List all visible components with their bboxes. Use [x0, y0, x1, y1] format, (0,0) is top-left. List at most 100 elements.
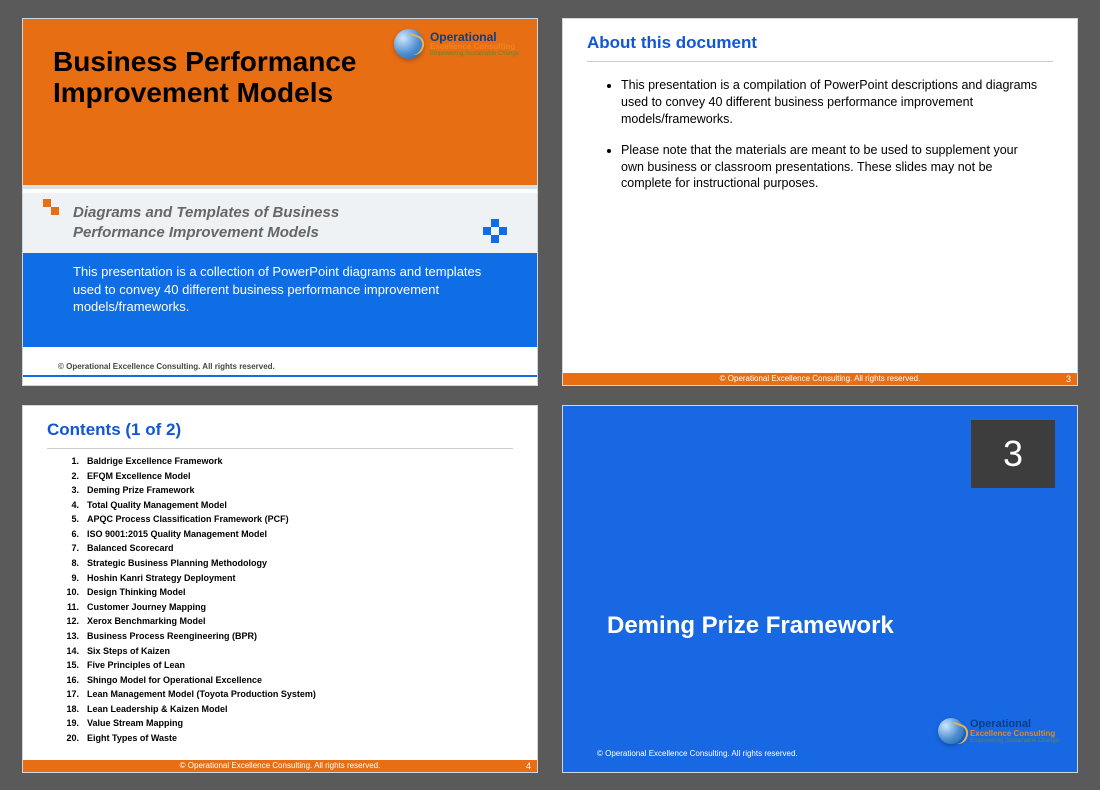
- contents-item-number: 5.: [57, 512, 79, 527]
- contents-item-number: 20.: [57, 731, 79, 746]
- section-title: Deming Prize Framework: [607, 612, 894, 640]
- about-bullet-2: Please note that the materials are meant…: [621, 142, 1043, 193]
- contents-item-label: Five Principles of Lean: [87, 660, 185, 670]
- logo-text: Operational Excellence Consulting Empowe…: [970, 719, 1059, 744]
- contents-item-label: Hoshin Kanri Strategy Deployment: [87, 573, 236, 583]
- slide-1-title: Business Performance Improvement Models …: [22, 18, 538, 386]
- contents-item-number: 12.: [57, 614, 79, 629]
- contents-item: 12. Xerox Benchmarking Model: [57, 614, 517, 629]
- contents-item-number: 15.: [57, 658, 79, 673]
- title-line1: Business Performance: [53, 46, 356, 77]
- logo-line2: Excellence Consulting: [430, 43, 519, 51]
- contents-item: 6. ISO 9001:2015 Quality Management Model: [57, 527, 517, 542]
- copyright: © Operational Excellence Consulting. All…: [597, 749, 798, 758]
- contents-item-label: Lean Leadership & Kaizen Model: [87, 704, 228, 714]
- contents-item-number: 8.: [57, 556, 79, 571]
- globe-icon: [938, 718, 964, 744]
- contents-item-number: 11.: [57, 600, 79, 615]
- globe-icon: [394, 29, 424, 59]
- contents-item: 8. Strategic Business Planning Methodolog…: [57, 556, 517, 571]
- contents-item-number: 1.: [57, 454, 79, 469]
- slide-4-section: 3 Deming Prize Framework Operational Exc…: [562, 405, 1078, 773]
- contents-item: 9. Hoshin Kanri Strategy Deployment: [57, 571, 517, 586]
- contents-item-label: Xerox Benchmarking Model: [87, 616, 206, 626]
- contents-item-number: 18.: [57, 702, 79, 717]
- contents-item-number: 6.: [57, 527, 79, 542]
- contents-item: 2. EFQM Excellence Model: [57, 469, 517, 484]
- contents-item-number: 3.: [57, 483, 79, 498]
- logo-line1: Operational: [970, 719, 1059, 730]
- contents-item-label: Total Quality Management Model: [87, 500, 227, 510]
- title-line2: Improvement Models: [53, 77, 333, 108]
- footer-page: 3: [1066, 373, 1071, 385]
- contents-item: 5. APQC Process Classification Framework …: [57, 512, 517, 527]
- footer-copyright: © Operational Excellence Consulting. All…: [23, 760, 537, 772]
- footer-page: 4: [526, 760, 531, 772]
- contents-item-label: Lean Management Model (Toyota Production…: [87, 689, 316, 699]
- contents-item: 18. Lean Leadership & Kaizen Model: [57, 702, 517, 717]
- contents-item-label: Design Thinking Model: [87, 587, 186, 597]
- contents-item: 17. Lean Management Model (Toyota Product…: [57, 687, 517, 702]
- footer-bar: © Operational Excellence Consulting. All…: [563, 373, 1077, 385]
- contents-item: 15. Five Principles of Lean: [57, 658, 517, 673]
- contents-item-label: EFQM Excellence Model: [87, 471, 191, 481]
- contents-item-number: 13.: [57, 629, 79, 644]
- logo-line2: Excellence Consulting: [970, 730, 1059, 738]
- canvas: Business Performance Improvement Models …: [0, 0, 1100, 790]
- contents-item-label: Business Process Reengineering (BPR): [87, 631, 257, 641]
- about-bullet-1: This presentation is a compilation of Po…: [621, 77, 1043, 128]
- copyright: © Operational Excellence Consulting. All…: [58, 362, 275, 371]
- contents-item-label: Customer Journey Mapping: [87, 602, 206, 612]
- contents-item-number: 9.: [57, 571, 79, 586]
- contents-item-number: 2.: [57, 469, 79, 484]
- contents-item-label: APQC Process Classification Framework (P…: [87, 514, 289, 524]
- section-number: 3: [1003, 433, 1023, 475]
- contents-item-label: Six Steps of Kaizen: [87, 646, 170, 656]
- contents-item-number: 4.: [57, 498, 79, 513]
- contents-item-label: Balanced Scorecard: [87, 543, 174, 553]
- decor-squares-right: [483, 219, 507, 243]
- slide-3-contents: Contents (1 of 2) 1. Baldrige Excellence …: [22, 405, 538, 773]
- title-block: Business Performance Improvement Models …: [23, 19, 537, 189]
- title-text: Business Performance Improvement Models: [53, 47, 377, 109]
- logo: Operational Excellence Consulting Empowe…: [394, 29, 519, 59]
- contents-item-label: Eight Types of Waste: [87, 733, 177, 743]
- contents-item: 4. Total Quality Management Model: [57, 498, 517, 513]
- contents-item: 11. Customer Journey Mapping: [57, 600, 517, 615]
- page-header: About this document: [587, 33, 1053, 62]
- contents-item: 14.Six Steps of Kaizen: [57, 644, 517, 659]
- about-body: This presentation is a compilation of Po…: [607, 77, 1043, 206]
- contents-item-number: 17.: [57, 687, 79, 702]
- logo-text: Operational Excellence Consulting Empowe…: [430, 31, 519, 57]
- subtitle-text: Diagrams and Templates of Business Perfo…: [73, 203, 397, 242]
- contents-item-label: Strategic Business Planning Methodology: [87, 558, 267, 568]
- contents-item-label: Baldrige Excellence Framework: [87, 456, 223, 466]
- logo-line3: Empowering Sustainable Change: [430, 51, 519, 57]
- contents-item-label: Shingo Model for Operational Excellence: [87, 675, 262, 685]
- description-text: This presentation is a collection of Pow…: [73, 264, 481, 314]
- contents-item: 20. Eight Types of Waste: [57, 731, 517, 746]
- contents-item-number: 10.: [57, 585, 79, 600]
- contents-item: 13. Business Process Reengineering (BPR): [57, 629, 517, 644]
- contents-item-number: 7.: [57, 541, 79, 556]
- contents-list: 1. Baldrige Excellence Framework 2. EFQM Ex…: [57, 454, 517, 746]
- contents-item: 16. Shingo Model for Operational Excellen…: [57, 673, 517, 688]
- contents-item: 3.Deming Prize Framework: [57, 483, 517, 498]
- footer-bar: © Operational Excellence Consulting. All…: [23, 760, 537, 772]
- contents-item: 7. Balanced Scorecard: [57, 541, 517, 556]
- slide-2-about: About this document This presentation is…: [562, 18, 1078, 386]
- description-block: This presentation is a collection of Pow…: [23, 253, 537, 347]
- subtitle-band: Diagrams and Templates of Business Perfo…: [23, 193, 537, 253]
- contents-item: 1. Baldrige Excellence Framework: [57, 454, 517, 469]
- contents-item: 10. Design Thinking Model: [57, 585, 517, 600]
- logo: Operational Excellence Consulting Empowe…: [938, 718, 1059, 744]
- contents-item-number: 16.: [57, 673, 79, 688]
- footer-copyright: © Operational Excellence Consulting. All…: [563, 373, 1077, 385]
- contents-item-label: ISO 9001:2015 Quality Management Model: [87, 529, 267, 539]
- contents-item-number: 19.: [57, 716, 79, 731]
- contents-item: 19. Value Stream Mapping: [57, 716, 517, 731]
- bottom-rule: [23, 375, 537, 377]
- decor-squares-left: [43, 199, 63, 219]
- contents-item-label: Value Stream Mapping: [87, 718, 183, 728]
- page-header: Contents (1 of 2): [47, 420, 513, 449]
